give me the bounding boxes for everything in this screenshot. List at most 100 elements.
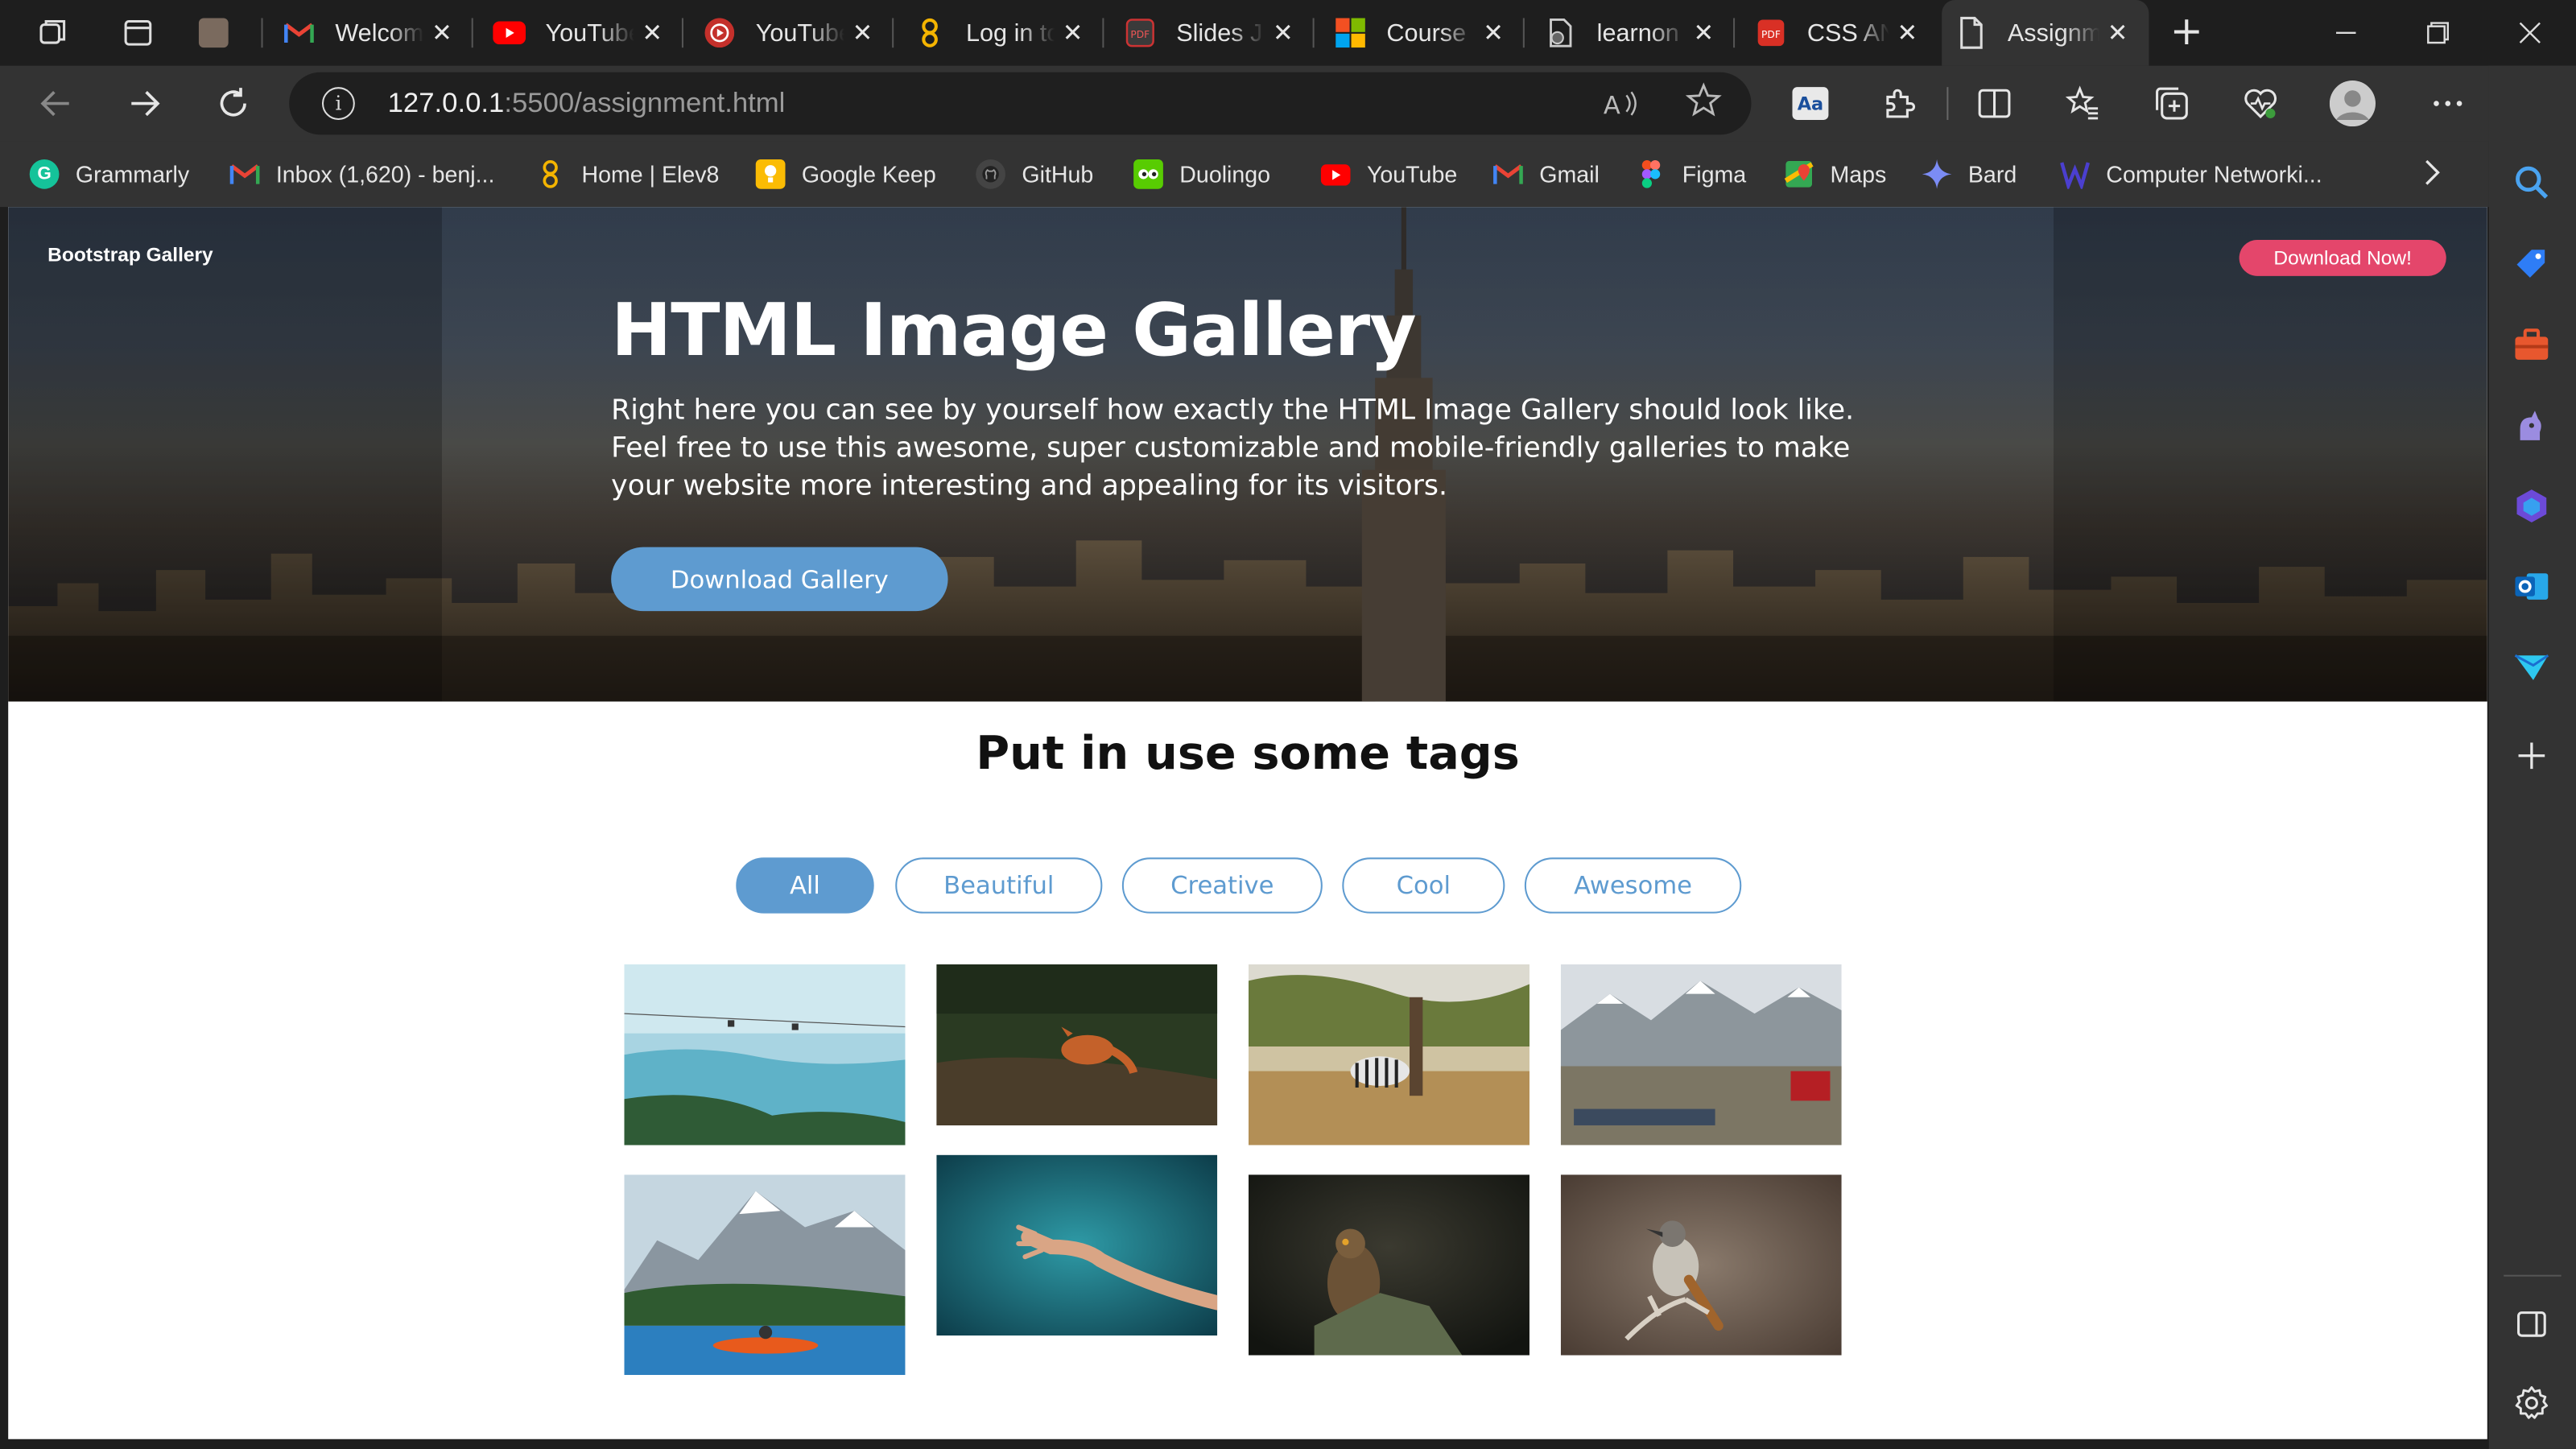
forward-icon[interactable]: [122, 80, 167, 126]
close-icon[interactable]: ✕: [844, 14, 881, 51]
gmail-icon: [1493, 159, 1523, 189]
bookmark-elev8[interactable]: Home | Elev8: [535, 156, 719, 192]
tab-5[interactable]: PDF Slides J ✕: [1111, 0, 1315, 66]
restore-icon[interactable]: [2418, 13, 2458, 52]
bookmark-maps[interactable]: Maps: [1784, 156, 1886, 192]
send-drop-icon[interactable]: [2510, 646, 2553, 688]
extensions-icon[interactable]: [1876, 80, 1922, 126]
bookmark-inbox[interactable]: Inbox (1,620) - benj...: [229, 156, 494, 192]
elev8-icon: [914, 16, 947, 49]
hide-sidebar-icon[interactable]: [2510, 1302, 2553, 1345]
kayak-mountain-lake-photo[interactable]: [624, 1174, 906, 1376]
read-aloud-icon[interactable]: A: [1604, 87, 1640, 126]
new-tab-icon[interactable]: +: [2165, 8, 2208, 54]
browser-toolbar: i 127.0.0.1:5500/assignment.html A Aa: [0, 65, 2576, 142]
zebra-savanna-photo[interactable]: [1249, 964, 1530, 1146]
favorite-star-icon[interactable]: [1685, 82, 1722, 128]
address-bar[interactable]: i 127.0.0.1:5500/assignment.html A: [289, 72, 1752, 135]
back-icon[interactable]: [33, 80, 79, 126]
search-icon[interactable]: [2510, 161, 2553, 204]
bookmark-grammarly[interactable]: G Grammarly: [29, 156, 189, 192]
favorites-icon[interactable]: [2060, 80, 2106, 126]
page-icon: [1955, 16, 1988, 49]
close-icon[interactable]: ✕: [1476, 14, 1512, 51]
download-now-button[interactable]: Download Now!: [2239, 239, 2446, 276]
youtube-music-icon: [703, 16, 736, 49]
tab-6[interactable]: Course ✕: [1321, 0, 1525, 66]
games-icon[interactable]: [2510, 404, 2553, 447]
outlook-icon[interactable]: [2510, 565, 2553, 608]
bookmark-bard[interactable]: Bard: [1922, 156, 2017, 192]
add-sidebar-app-icon[interactable]: [2510, 734, 2553, 777]
bookmark-youtube[interactable]: YouTube: [1320, 156, 1457, 192]
tab-9-active[interactable]: Assignm ✕: [1942, 0, 2149, 66]
tab-3[interactable]: YouTube ✕: [690, 0, 894, 66]
tab-7[interactable]: learnon ✕: [1531, 0, 1736, 66]
split-screen-icon[interactable]: [1971, 80, 2017, 126]
bookmark-github[interactable]: GitHub: [976, 156, 1093, 192]
browser-essentials-icon[interactable]: [2238, 80, 2284, 126]
tab-label: Assignm: [2007, 19, 2100, 47]
download-gallery-button[interactable]: Download Gallery: [611, 547, 948, 612]
document-icon: [1544, 16, 1577, 49]
hand-in-water-photo[interactable]: [936, 1154, 1218, 1336]
collections-icon[interactable]: [2149, 80, 2194, 126]
brand-logo[interactable]: Bootstrap Gallery: [47, 243, 213, 266]
mountain-village-photo[interactable]: [1560, 964, 1842, 1146]
url-text[interactable]: 127.0.0.1:5500/assignment.html: [388, 87, 786, 120]
shopping-tag-icon[interactable]: [2510, 242, 2553, 284]
site-info-icon[interactable]: i: [321, 87, 355, 120]
hero-section: Bootstrap Gallery Download Now! HTML Ima…: [8, 207, 2487, 702]
close-icon[interactable]: ✕: [2099, 14, 2136, 51]
tab-strip: Welcome ✕ YouTube ✕ YouTube ✕ Log in to: [0, 0, 2576, 66]
microsoft-365-icon[interactable]: [2510, 485, 2553, 527]
tab-2[interactable]: YouTube ✕: [480, 0, 683, 66]
google-keep-icon: [755, 159, 786, 189]
tab-0[interactable]: [184, 0, 263, 66]
profile-avatar-icon[interactable]: [2329, 80, 2376, 127]
close-icon[interactable]: ✕: [424, 14, 460, 51]
tag-all[interactable]: All: [736, 857, 874, 914]
profile-photo-icon: [197, 16, 230, 49]
fox-forest-photo[interactable]: [936, 964, 1218, 1125]
tag-beautiful[interactable]: Beautiful: [895, 857, 1103, 914]
tab-4[interactable]: Log in to ✕: [900, 0, 1104, 66]
bookmark-computer-networking[interactable]: Computer Networki...: [2060, 156, 2322, 192]
refresh-icon[interactable]: [210, 80, 256, 126]
hero-title: HTML Image Gallery: [611, 289, 1417, 374]
close-icon[interactable]: ✕: [1889, 14, 1926, 51]
vertical-tabs-icon[interactable]: [115, 10, 161, 56]
tab-label: YouTube: [545, 19, 634, 47]
tools-briefcase-icon[interactable]: [2510, 324, 2553, 366]
owl-on-glove-photo[interactable]: [1249, 1174, 1530, 1356]
pdf-icon: PDF: [1124, 16, 1157, 49]
bookmark-duolingo[interactable]: Duolingo: [1133, 156, 1270, 192]
workspaces-icon[interactable]: [30, 10, 76, 56]
tag-creative[interactable]: Creative: [1121, 857, 1323, 914]
immersive-reader-icon[interactable]: Aa: [1787, 80, 1833, 126]
youtube-icon: [1320, 159, 1351, 189]
close-icon[interactable]: ✕: [1265, 14, 1301, 51]
minimize-icon[interactable]: [2326, 13, 2366, 52]
grammarly-icon: G: [29, 159, 60, 189]
close-icon[interactable]: ✕: [634, 14, 671, 51]
window-close-icon[interactable]: [2510, 13, 2549, 52]
bookmark-gmail[interactable]: Gmail: [1493, 156, 1600, 192]
bard-icon: [1922, 159, 1952, 189]
close-icon[interactable]: ✕: [1686, 14, 1722, 51]
networking-course-icon: [2060, 159, 2090, 189]
tag-cool[interactable]: Cool: [1342, 857, 1505, 914]
more-menu-icon[interactable]: [2425, 80, 2471, 126]
bookmark-figma[interactable]: Figma: [1637, 156, 1746, 192]
close-icon[interactable]: ✕: [1055, 14, 1091, 51]
lake-cable-car-photo[interactable]: [624, 964, 906, 1146]
bird-on-branch-photo[interactable]: [1560, 1174, 1842, 1356]
tab-8[interactable]: PDF CSS AN ✕: [1741, 0, 1938, 66]
bookmarks-overflow-chevron-icon[interactable]: [2421, 156, 2441, 196]
tab-1[interactable]: Welcome ✕: [270, 0, 473, 66]
bookmark-google-keep[interactable]: Google Keep: [755, 156, 936, 192]
settings-gear-icon[interactable]: [2510, 1381, 2553, 1424]
tag-awesome[interactable]: Awesome: [1524, 857, 1742, 914]
tab-label: YouTube: [755, 19, 844, 47]
svg-text:A: A: [1604, 92, 1620, 120]
